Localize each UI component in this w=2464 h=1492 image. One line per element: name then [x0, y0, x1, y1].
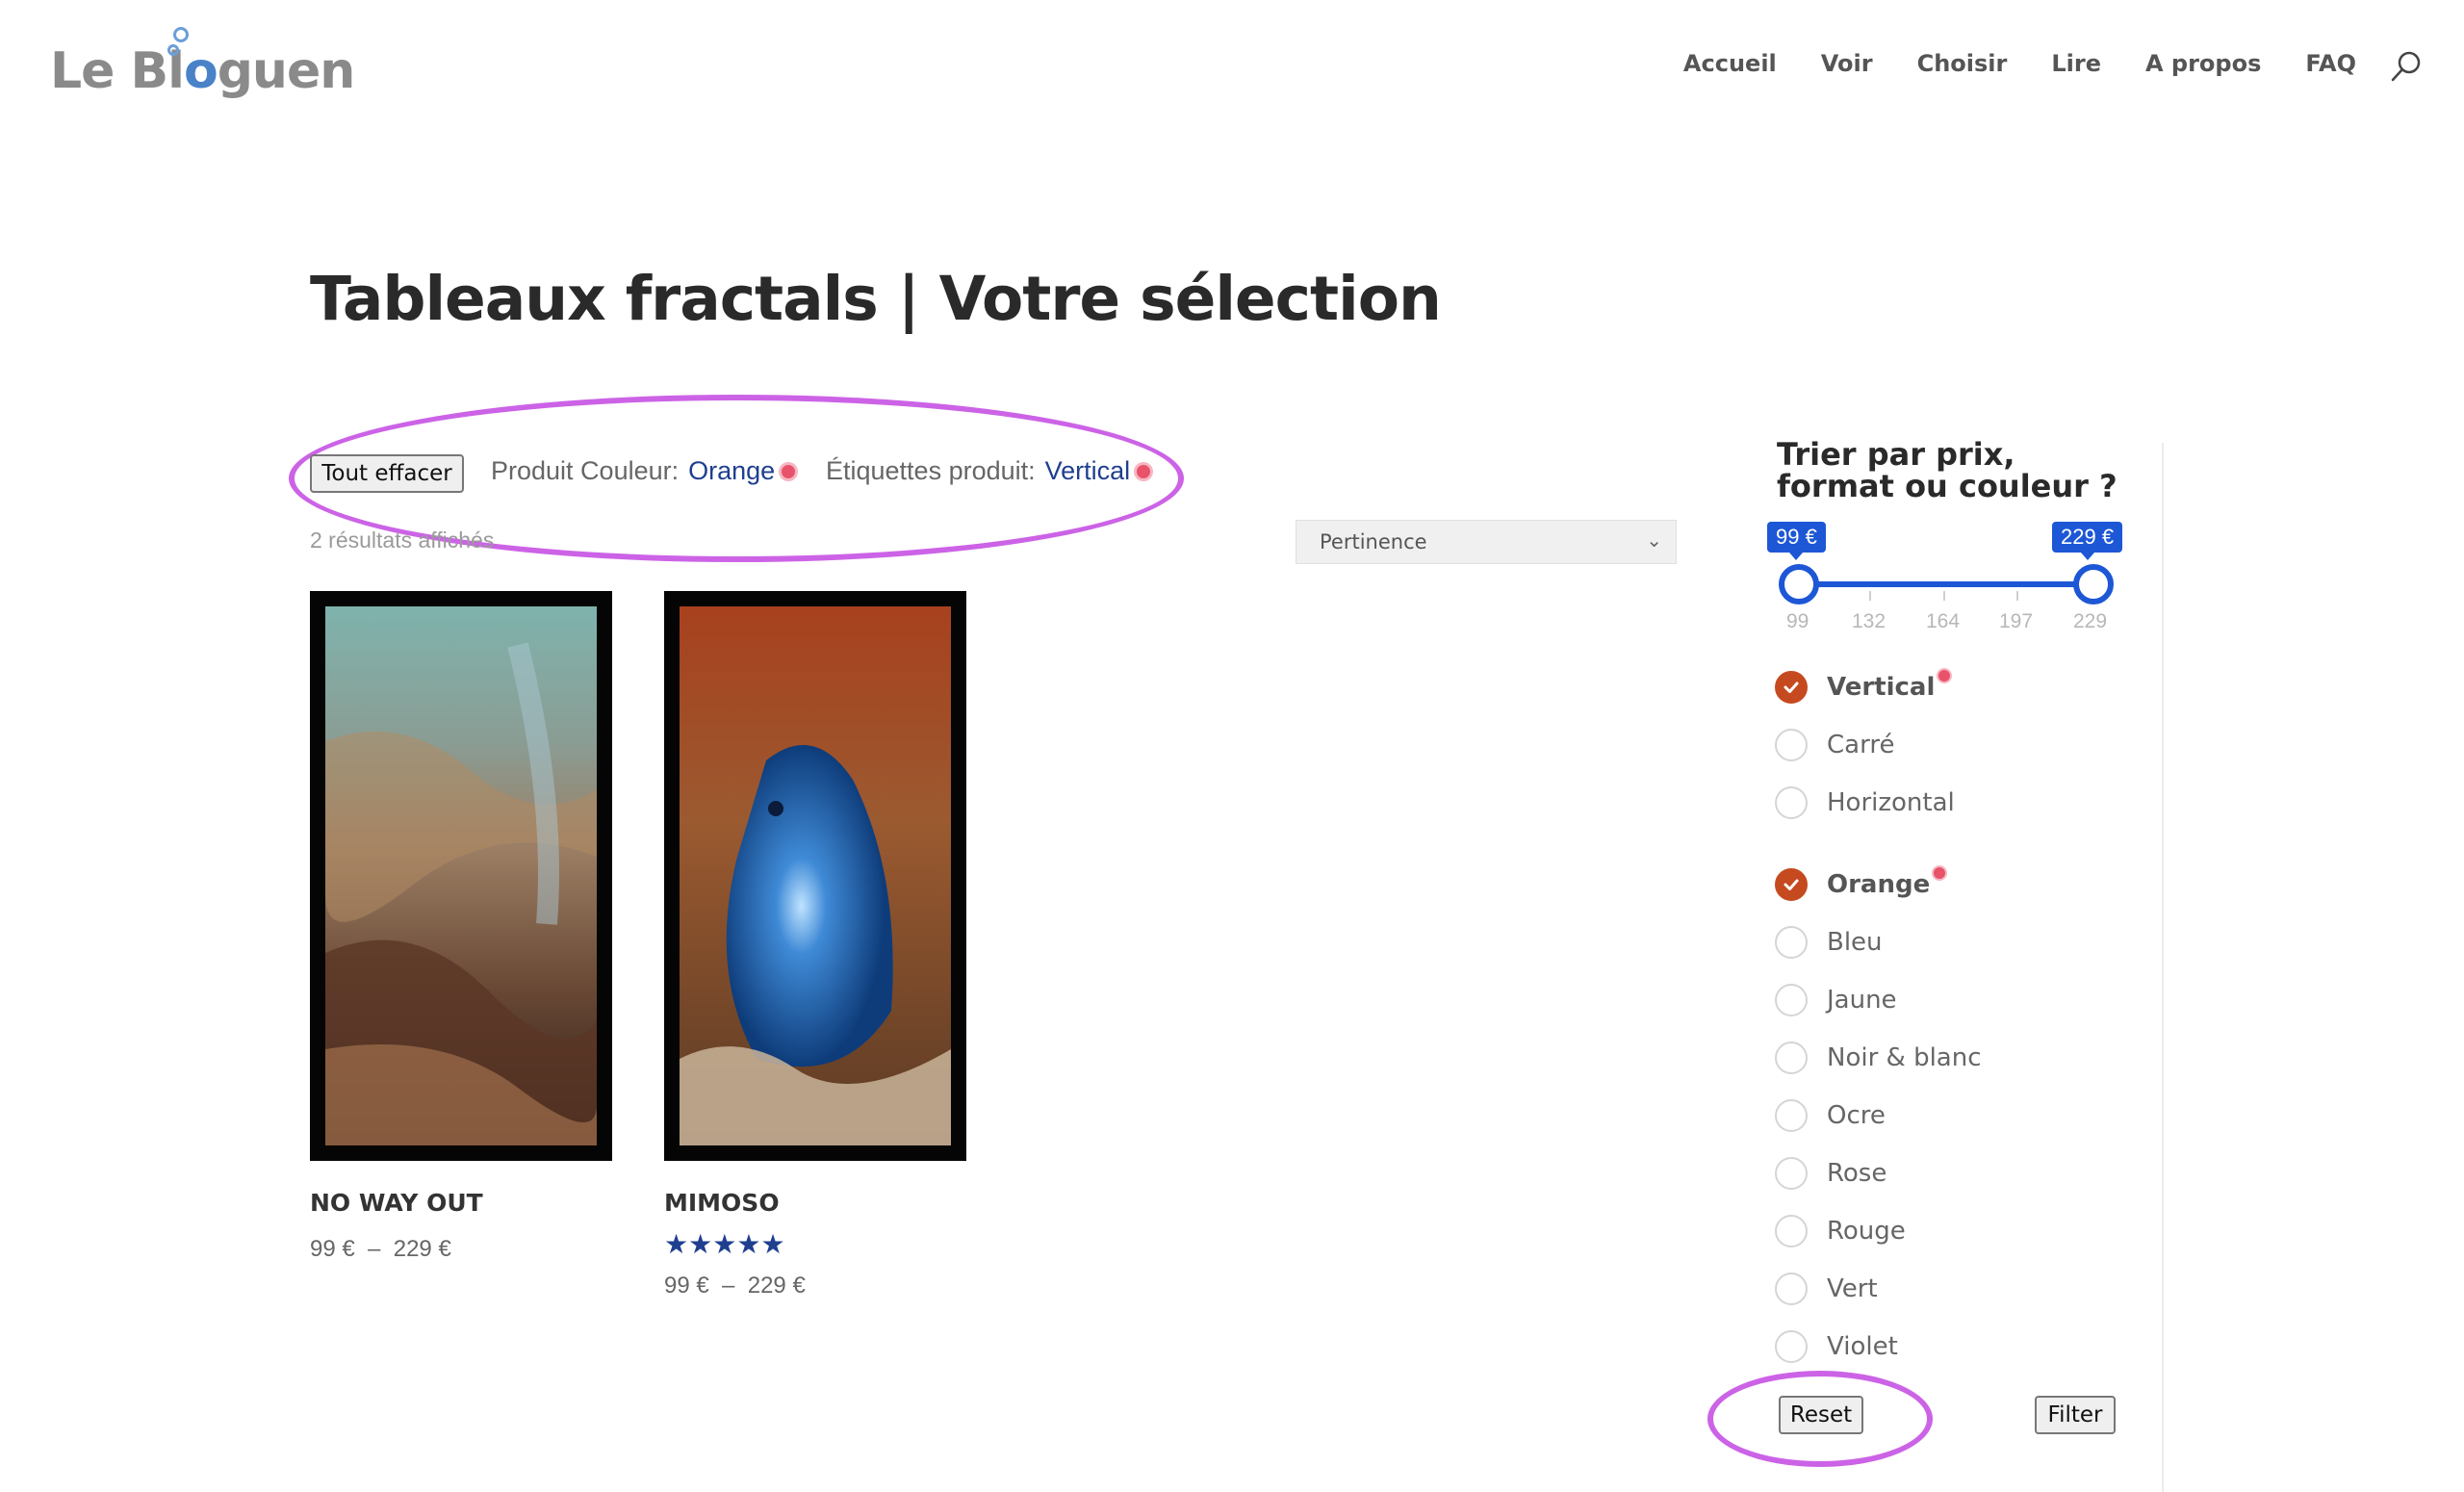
option-label: Orange — [1827, 870, 1931, 899]
filter-button[interactable]: Filter — [2035, 1396, 2116, 1434]
nav-item-faq[interactable]: FAQ — [2305, 50, 2356, 77]
slider-tick-label: 99 — [1786, 610, 1810, 632]
color-option-jaune[interactable]: Jaune — [1775, 981, 1897, 1019]
checkbox[interactable] — [1775, 926, 1808, 959]
active-filter-name: Produit Couleur: — [491, 456, 680, 485]
star-icon: ★ — [736, 1229, 761, 1259]
color-option-orange[interactable]: Orange — [1775, 865, 1948, 904]
nav-item-accueil[interactable]: Accueil — [1683, 50, 1777, 77]
checkbox[interactable] — [1775, 1157, 1808, 1190]
product-price: 99 € – 229 € — [310, 1236, 451, 1262]
chevron-down-icon: ⌄ — [1646, 528, 1662, 552]
checkbox[interactable] — [1775, 1273, 1808, 1305]
format-option-vertical[interactable]: Vertical — [1775, 668, 1953, 707]
option-label: Ocre — [1827, 1101, 1886, 1130]
slider-tick — [1869, 591, 1871, 601]
star-icon: ★ — [712, 1229, 737, 1259]
color-option-vert[interactable]: Vert — [1775, 1270, 1878, 1308]
color-option-rose[interactable]: Rose — [1775, 1154, 1886, 1193]
active-filter-color[interactable]: Produit Couleur: Orange — [491, 456, 799, 486]
active-filter-value: Vertical — [1044, 456, 1131, 485]
logo-bubble-icon — [167, 44, 179, 56]
format-option-carre[interactable]: Carré — [1775, 726, 1894, 764]
option-label: Bleu — [1827, 928, 1883, 957]
slider-tick — [2016, 591, 2018, 601]
option-label: Vert — [1827, 1274, 1878, 1303]
option-label: Carré — [1827, 731, 1895, 759]
checkbox[interactable] — [1775, 786, 1808, 819]
main-nav: Accueil Voir Choisir Lire A propos FAQ — [1639, 50, 2356, 77]
remove-filter-icon[interactable] — [779, 461, 799, 481]
checkbox[interactable] — [1775, 1099, 1808, 1132]
logo-bubble-icon — [173, 27, 189, 42]
color-option-rouge[interactable]: Rouge — [1775, 1212, 1906, 1250]
nav-item-voir[interactable]: Voir — [1821, 50, 1873, 77]
nav-item-a-propos[interactable]: A propos — [2145, 50, 2261, 77]
product-image[interactable] — [664, 591, 966, 1161]
rating-stars: ★★★★★ — [664, 1228, 785, 1260]
price-slider-track[interactable] — [1796, 581, 2091, 587]
color-option-violet[interactable]: Violet — [1775, 1327, 1898, 1366]
fractal-artwork-image — [325, 606, 597, 1145]
color-option-bleu[interactable]: Bleu — [1775, 923, 1883, 962]
price-min-tag: 99 € — [1767, 522, 1826, 560]
price-slider-min-handle[interactable] — [1779, 564, 1819, 605]
option-label: Vertical — [1827, 673, 1936, 702]
search-icon[interactable] — [2387, 48, 2426, 87]
option-label: Noir & blanc — [1827, 1043, 1982, 1072]
sidebar-divider — [2162, 443, 2164, 1492]
option-label: Violet — [1827, 1332, 1898, 1361]
star-icon: ★ — [688, 1229, 713, 1259]
nav-item-choisir[interactable]: Choisir — [1917, 50, 2008, 77]
clear-all-filters-button[interactable]: Tout effacer — [310, 454, 464, 493]
site-logo[interactable]: Le Bloguen — [50, 25, 355, 112]
option-label: Rose — [1827, 1159, 1887, 1188]
sidebar-title: Trier par prix, format ou couleur ? — [1777, 436, 2118, 504]
format-option-horizontal[interactable]: Horizontal — [1775, 784, 1955, 822]
checkbox-checked[interactable] — [1775, 868, 1808, 901]
star-icon: ★ — [664, 1229, 689, 1259]
sort-selected-value: Pertinence — [1320, 530, 1427, 553]
slider-tick-label: 197 — [1999, 610, 2034, 632]
checkbox[interactable] — [1775, 729, 1808, 761]
checkbox-checked[interactable] — [1775, 671, 1808, 704]
option-label: Horizontal — [1827, 788, 1955, 817]
page-title: Tableaux fractals | Votre sélection — [310, 264, 1442, 334]
active-filter-name: Étiquettes produit: — [826, 456, 1036, 485]
remove-filter-icon[interactable] — [1932, 865, 1948, 881]
fractal-artwork-image — [680, 606, 951, 1145]
color-option-ocre[interactable]: Ocre — [1775, 1096, 1886, 1135]
price-slider-max-handle[interactable] — [2073, 564, 2114, 605]
checkbox[interactable] — [1775, 1042, 1808, 1074]
checkbox[interactable] — [1775, 1215, 1808, 1248]
product-image[interactable] — [310, 591, 612, 1161]
product-title[interactable]: NO WAY OUT — [310, 1189, 483, 1217]
sort-select[interactable]: Pertinence ⌄ — [1296, 520, 1677, 564]
nav-item-lire[interactable]: Lire — [2051, 50, 2101, 77]
checkbox[interactable] — [1775, 984, 1808, 1016]
slider-tick-label: 132 — [1852, 610, 1886, 632]
product-price: 99 € – 229 € — [664, 1273, 806, 1299]
reset-button[interactable]: Reset — [1779, 1396, 1863, 1434]
checkbox[interactable] — [1775, 1330, 1808, 1363]
remove-filter-icon[interactable] — [1937, 668, 1953, 683]
option-label: Jaune — [1827, 986, 1897, 1015]
product-title[interactable]: MIMOSO — [664, 1189, 780, 1217]
slider-tick — [1943, 591, 1945, 601]
option-label: Rouge — [1827, 1217, 1906, 1246]
star-icon: ★ — [760, 1229, 785, 1259]
logo-text: Le Bloguen — [50, 42, 355, 100]
slider-tick-label: 164 — [1926, 610, 1961, 632]
slider-tick-label: 229 — [2073, 610, 2108, 632]
checkmark-icon — [1784, 879, 1799, 890]
price-max-tag: 229 € — [2052, 522, 2123, 560]
result-count: 2 résultats affichés — [310, 527, 495, 553]
remove-filter-icon[interactable] — [1134, 461, 1154, 481]
active-filter-value: Orange — [688, 456, 776, 485]
active-filter-tag[interactable]: Étiquettes produit: Vertical — [826, 456, 1154, 486]
checkmark-icon — [1784, 682, 1799, 693]
color-option-noir-blanc[interactable]: Noir & blanc — [1775, 1039, 1982, 1077]
